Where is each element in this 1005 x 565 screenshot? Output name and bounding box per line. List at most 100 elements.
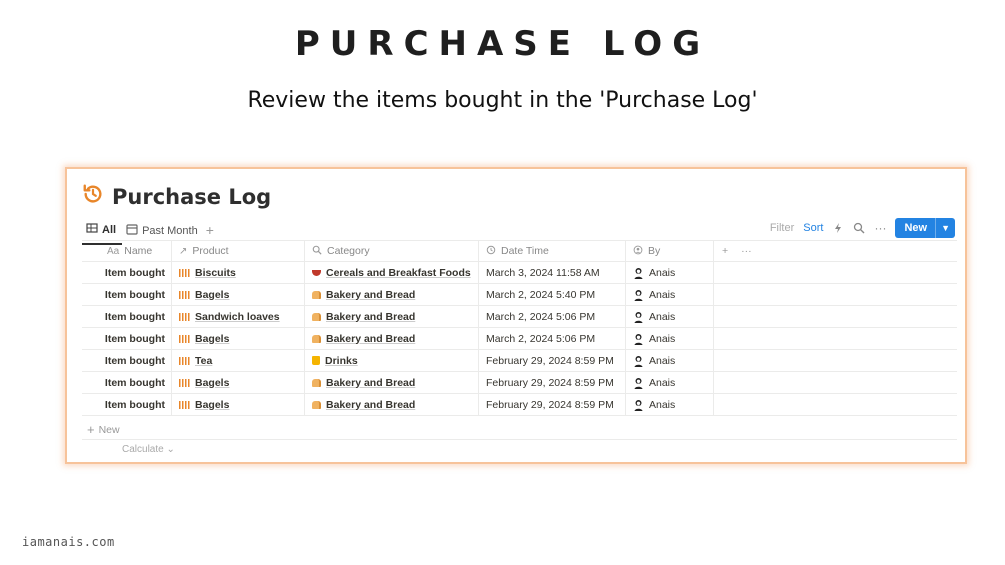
category-link[interactable]: Bakery and Bread <box>326 333 415 345</box>
date-cell[interactable]: March 2, 2024 5:06 PM <box>479 328 626 349</box>
new-button[interactable]: New ▼ <box>895 218 955 238</box>
date-cell[interactable]: March 2, 2024 5:40 PM <box>479 284 626 305</box>
name-text: Item bought <box>104 354 165 367</box>
category-cell[interactable]: Bakery and Bread <box>305 306 479 327</box>
relation-arrow-icon: ↗ <box>179 245 188 257</box>
avatar <box>633 399 644 411</box>
date-cell[interactable]: February 29, 2024 8:59 PM <box>479 372 626 393</box>
name-text: Item bought <box>104 310 165 323</box>
category-cell[interactable]: Bakery and Bread <box>305 394 479 415</box>
new-button-label: New <box>904 222 928 234</box>
column-by-label: By <box>648 245 661 257</box>
avatar <box>633 267 644 279</box>
empty-cell <box>714 262 722 283</box>
category-cell[interactable]: Bakery and Bread <box>305 372 479 393</box>
table-row[interactable]: Item bought Bagels Bakery and Bread Februar… <box>82 394 957 416</box>
history-clock-icon <box>82 183 104 210</box>
avatar <box>633 377 644 389</box>
drink-icon <box>312 356 320 365</box>
barcode-icon <box>179 356 190 365</box>
product-cell[interactable]: Bagels <box>172 284 305 305</box>
name-cell[interactable]: Item bought <box>82 328 172 349</box>
search-icon[interactable] <box>853 222 865 234</box>
column-header-by[interactable]: By <box>626 241 714 261</box>
category-cell[interactable]: Drinks <box>305 350 479 371</box>
more-icon[interactable]: ··· <box>874 221 886 235</box>
category-link[interactable]: Drinks <box>325 355 358 367</box>
column-category-label: Category <box>327 245 370 257</box>
by-cell[interactable]: Anais <box>626 306 714 327</box>
name-cell[interactable]: Item bought <box>82 306 172 327</box>
product-cell[interactable]: Biscuits <box>172 262 305 283</box>
product-cell[interactable]: Tea <box>172 350 305 371</box>
table-icon <box>86 222 98 237</box>
product-link[interactable]: Bagels <box>195 333 229 345</box>
date-cell[interactable]: February 29, 2024 8:59 PM <box>479 394 626 415</box>
product-link[interactable]: Bagels <box>195 289 229 301</box>
by-cell[interactable]: Anais <box>626 328 714 349</box>
sort-button[interactable]: Sort <box>803 222 823 234</box>
add-property-icon[interactable]: + <box>722 245 728 257</box>
calculate-button[interactable]: Calculate ⌄ <box>122 444 175 455</box>
toolbar: Filter Sort ··· New ▼ <box>770 218 955 238</box>
filter-button[interactable]: Filter <box>770 222 794 234</box>
database-header: Purchase Log <box>82 183 271 210</box>
date-text: March 2, 2024 5:06 PM <box>486 332 596 345</box>
table-row[interactable]: Item bought Bagels Bakery and Bread March 2… <box>82 284 957 306</box>
name-cell[interactable]: Item bought <box>82 394 172 415</box>
product-link[interactable]: Bagels <box>195 399 229 411</box>
product-link[interactable]: Biscuits <box>195 267 236 279</box>
bread-icon <box>312 334 321 343</box>
product-link[interactable]: Sandwich loaves <box>195 311 280 323</box>
date-cell[interactable]: March 2, 2024 5:06 PM <box>479 306 626 327</box>
name-cell[interactable]: Item bought <box>82 350 172 371</box>
name-cell[interactable]: Item bought <box>82 284 172 305</box>
column-header-date[interactable]: Date Time <box>479 241 626 261</box>
category-cell[interactable]: Bakery and Bread <box>305 284 479 305</box>
table-header-row: Aa Name ↗ Product Category Date Time By … <box>82 240 957 262</box>
date-cell[interactable]: March 3, 2024 11:58 AM <box>479 262 626 283</box>
table-row[interactable]: Item bought Sandwich loaves Bakery and Bre… <box>82 306 957 328</box>
tab-all-label: All <box>102 223 117 236</box>
by-cell[interactable]: Anais <box>626 284 714 305</box>
category-cell[interactable]: Cereals and Breakfast Foods <box>305 262 479 283</box>
add-new-row-button[interactable]: + New <box>82 420 957 440</box>
category-link[interactable]: Cereals and Breakfast Foods <box>326 267 471 279</box>
text-property-icon: Aa <box>107 245 120 257</box>
column-header-category[interactable]: Category <box>305 241 479 261</box>
category-cell[interactable]: Bakery and Bread <box>305 328 479 349</box>
column-header-product[interactable]: ↗ Product <box>172 241 305 261</box>
category-link[interactable]: Bakery and Bread <box>326 377 415 389</box>
by-text: Anais <box>649 310 676 323</box>
name-cell[interactable]: Item bought <box>82 372 172 393</box>
product-cell[interactable]: Bagels <box>172 328 305 349</box>
by-cell[interactable]: Anais <box>626 372 714 393</box>
name-cell[interactable]: Item bought <box>82 262 172 283</box>
product-link[interactable]: Bagels <box>195 377 229 389</box>
table-row[interactable]: Item bought Bagels Bakery and Bread March 2… <box>82 328 957 350</box>
by-cell[interactable]: Anais <box>626 350 714 371</box>
empty-cell <box>714 284 722 305</box>
date-cell[interactable]: February 29, 2024 8:59 PM <box>479 350 626 371</box>
product-cell[interactable]: Bagels <box>172 394 305 415</box>
date-text: March 2, 2024 5:06 PM <box>486 310 596 323</box>
product-link[interactable]: Tea <box>195 355 212 367</box>
product-cell[interactable]: Sandwich loaves <box>172 306 305 327</box>
chevron-down-icon[interactable]: ▼ <box>935 218 955 238</box>
by-text: Anais <box>649 398 676 411</box>
category-link[interactable]: Bakery and Bread <box>326 311 415 323</box>
table-row[interactable]: Item bought Tea Drinks February 29, 2024 8:… <box>82 350 957 372</box>
table-row[interactable]: Item bought Bagels Bakery and Bread Februar… <box>82 372 957 394</box>
more-icon[interactable]: ··· <box>741 245 752 257</box>
column-header-name[interactable]: Aa Name <box>82 241 172 261</box>
by-cell[interactable]: Anais <box>626 394 714 415</box>
add-view-icon[interactable]: + <box>204 222 220 242</box>
product-cell[interactable]: Bagels <box>172 372 305 393</box>
lightning-icon[interactable] <box>832 222 844 234</box>
category-link[interactable]: Bakery and Bread <box>326 399 415 411</box>
by-cell[interactable]: Anais <box>626 262 714 283</box>
category-link[interactable]: Bakery and Bread <box>326 289 415 301</box>
empty-cell <box>714 328 722 349</box>
table-row[interactable]: Item bought Biscuits Cereals and Breakfast… <box>82 262 957 284</box>
name-text: Item bought <box>104 332 165 345</box>
